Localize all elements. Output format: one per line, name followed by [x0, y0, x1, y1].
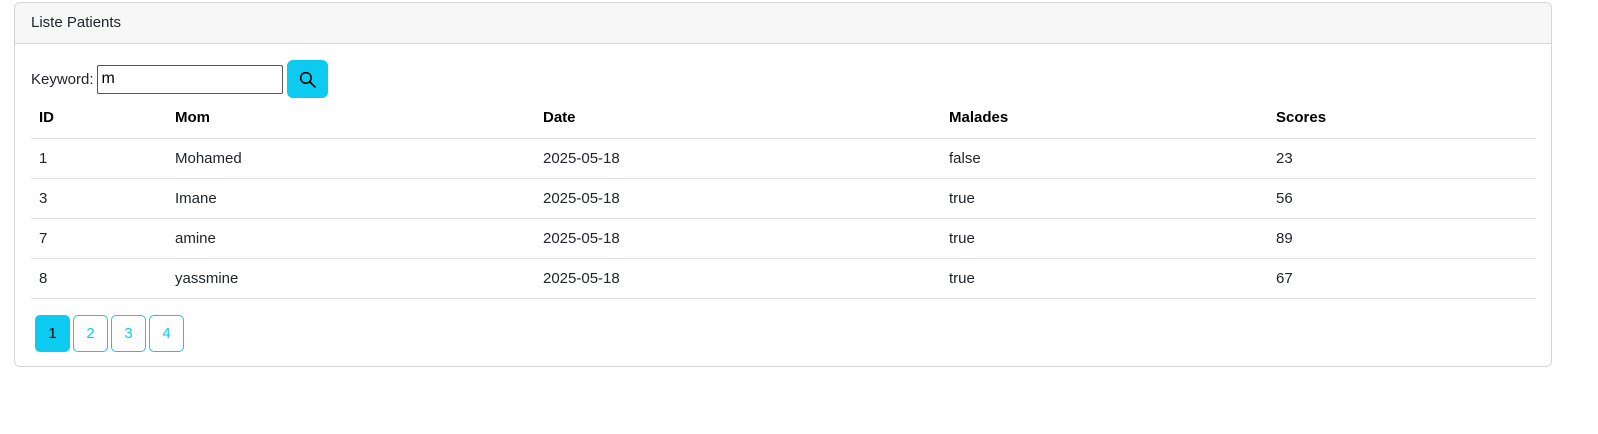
- cell-nom: Imane: [167, 178, 535, 219]
- page-button-4[interactable]: 4: [149, 314, 184, 352]
- cell-id: 8: [31, 258, 167, 299]
- cell-score: 23: [1268, 138, 1536, 179]
- page-button-3[interactable]: 3: [111, 314, 146, 352]
- cell-date: 2025-05-18: [535, 138, 941, 179]
- page-title: Liste Patients: [31, 14, 122, 31]
- cell-nom: amine: [167, 218, 535, 259]
- keyword-input[interactable]: [96, 64, 283, 94]
- cell-id: 1: [31, 138, 167, 179]
- cell-nom: Mohamed: [167, 138, 535, 179]
- keyword-label: Keyword:: [31, 70, 94, 88]
- patients-table: ID Mom Date Malades Scores 1 Mohamed 202…: [31, 98, 1536, 299]
- cell-malades: true: [941, 218, 1268, 259]
- cell-malades: true: [941, 258, 1268, 299]
- patients-card: Liste Patients Keyword: ID Mom Date Mala…: [14, 2, 1552, 367]
- cell-score: 89: [1268, 218, 1536, 259]
- search-icon: [299, 71, 316, 88]
- page-button-1[interactable]: 1: [35, 314, 70, 352]
- column-header-id: ID: [31, 98, 167, 139]
- cell-score: 67: [1268, 258, 1536, 299]
- cell-malades: false: [941, 138, 1268, 179]
- table-row: 7 amine 2025-05-18 true 89: [31, 218, 1536, 259]
- cell-date: 2025-05-18: [535, 178, 941, 219]
- column-header-date: Date: [535, 98, 941, 139]
- cell-date: 2025-05-18: [535, 218, 941, 259]
- cell-date: 2025-05-18: [535, 258, 941, 299]
- column-header-nom: Mom: [167, 98, 535, 139]
- search-button[interactable]: [286, 60, 328, 98]
- card-header: Liste Patients: [15, 3, 1551, 44]
- card-body: Keyword: ID Mom Date Malades Scores: [15, 44, 1551, 352]
- pagination: 1 2 3 4: [35, 314, 1535, 352]
- table-row: 1 Mohamed 2025-05-18 false 23: [31, 138, 1536, 179]
- cell-score: 56: [1268, 178, 1536, 219]
- cell-nom: yassmine: [167, 258, 535, 299]
- table-header-row: ID Mom Date Malades Scores: [31, 98, 1536, 139]
- cell-id: 3: [31, 178, 167, 219]
- table-row: 3 Imane 2025-05-18 true 56: [31, 178, 1536, 219]
- cell-id: 7: [31, 218, 167, 259]
- page-button-2[interactable]: 2: [73, 314, 108, 352]
- column-header-scores: Scores: [1268, 98, 1536, 139]
- column-header-malades: Malades: [941, 98, 1268, 139]
- search-form: Keyword:: [31, 60, 1535, 98]
- cell-malades: true: [941, 178, 1268, 219]
- table-row: 8 yassmine 2025-05-18 true 67: [31, 258, 1536, 299]
